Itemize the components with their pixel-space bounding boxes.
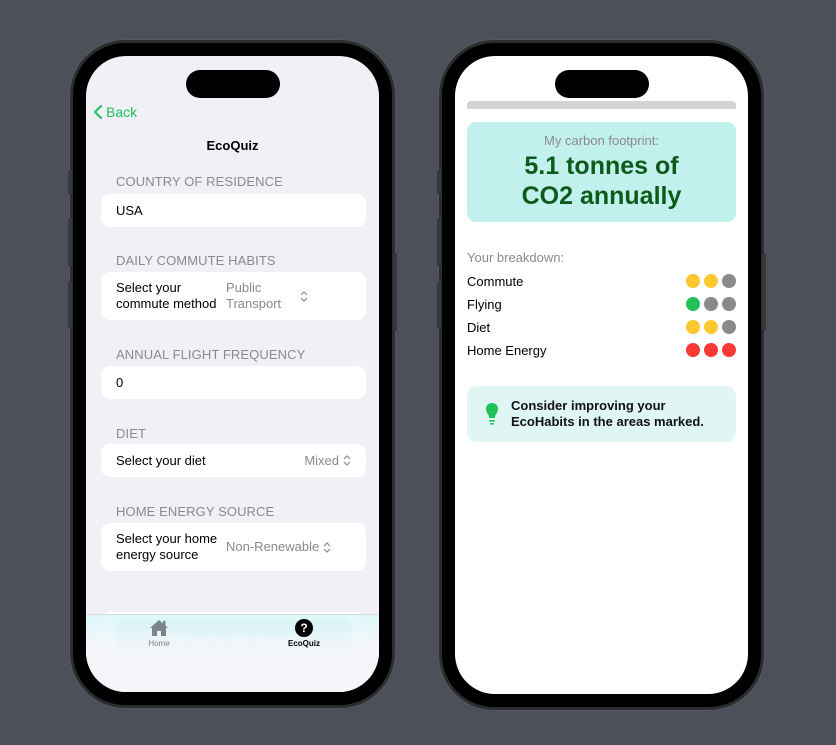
breakdown-name: Diet [467, 319, 491, 335]
level-dot [722, 343, 736, 357]
level-dot [722, 274, 736, 288]
level-dot [704, 320, 718, 334]
level-dot [722, 297, 736, 311]
tab-bar: Home ? EcoQuiz [86, 614, 379, 692]
dynamic-island [554, 70, 649, 98]
quiz-screen: Back EcoQuiz COUNTRY OF RESIDENCE USA DA… [86, 56, 379, 692]
diet-picker[interactable]: Select your diet Mixed [101, 444, 366, 477]
back-label: Back [106, 104, 138, 120]
footprint-value: 5.1 tonnes of CO2 annually [521, 152, 682, 210]
breakdown-label: Your breakdown: [467, 250, 565, 265]
lightbulb-icon [486, 403, 498, 425]
breakdown-row: Flying [467, 294, 736, 314]
chevron-left-icon [94, 105, 102, 119]
footprint-label: My carbon footprint: [544, 133, 659, 148]
tab-ecoquiz-label: EcoQuiz [287, 639, 320, 648]
flights-field[interactable]: 0 [101, 366, 366, 399]
footprint-card: My carbon footprint: 5.1 tonnes of CO2 a… [467, 122, 736, 222]
level-dot [686, 320, 700, 334]
level-dot [686, 297, 700, 311]
question-circle-icon: ? [295, 619, 313, 637]
level-dot [686, 274, 700, 288]
tip-card: Consider improving your EcoHabits in the… [467, 386, 736, 442]
commute-header: DAILY COMMUTE HABITS [116, 253, 276, 268]
breakdown-name: Flying [467, 296, 502, 312]
phone-quiz: Back EcoQuiz COUNTRY OF RESIDENCE USA DA… [68, 43, 397, 705]
chevron-up-down-icon [343, 455, 351, 466]
country-value: USA [116, 202, 143, 218]
breakdown-name: Home Energy [467, 342, 547, 358]
level-dot [722, 320, 736, 334]
energy-label: Select your home energy source [116, 531, 218, 562]
volume-up-button [437, 218, 441, 266]
dynamic-island [185, 70, 280, 98]
chevron-up-down-icon [323, 541, 331, 553]
flights-header: ANNUAL FLIGHT FREQUENCY [116, 347, 306, 362]
diet-label: Select your diet [116, 452, 206, 468]
country-field[interactable]: USA [101, 194, 366, 227]
level-dot [704, 343, 718, 357]
tab-ecoquiz[interactable]: ? EcoQuiz [264, 617, 344, 648]
energy-header: HOME ENERGY SOURCE [116, 504, 275, 519]
breakdown-row: Home Energy [467, 340, 736, 360]
page-title: EcoQuiz [206, 138, 259, 153]
breakdown-row: Commute [467, 271, 736, 291]
energy-picker[interactable]: Select your home energy source Non-Renew… [101, 523, 366, 571]
commute-picker[interactable]: Select your commute method Public Transp… [101, 272, 366, 320]
country-header: COUNTRY OF RESIDENCE [116, 174, 283, 189]
phone-results: My carbon footprint: 5.1 tonnes of CO2 a… [437, 43, 766, 707]
tip-text: Consider improving your EcoHabits in the… [511, 398, 704, 429]
breakdown-name: Commute [467, 273, 524, 289]
level-dot [704, 297, 718, 311]
tab-home-label: Home [148, 639, 170, 648]
flights-value: 0 [116, 374, 124, 390]
level-dot [686, 343, 700, 357]
back-button[interactable]: Back [93, 104, 137, 120]
volume-down-button [437, 281, 441, 329]
side-button [393, 253, 397, 331]
chevron-up-down-icon [300, 290, 308, 302]
energy-value: Non-Renewable [226, 539, 320, 554]
side-button [762, 253, 766, 331]
commute-label: Select your commute method [116, 280, 217, 311]
action-button [437, 170, 441, 194]
tab-home[interactable]: Home [119, 617, 199, 648]
volume-down-button [68, 281, 72, 329]
diet-header: DIET [116, 426, 147, 441]
breakdown-row: Diet [467, 317, 736, 337]
level-dot [704, 274, 718, 288]
results-screen: My carbon footprint: 5.1 tonnes of CO2 a… [455, 56, 748, 694]
house-icon [150, 620, 168, 636]
volume-up-button [68, 218, 72, 266]
sheet-handle-bar [467, 101, 736, 109]
action-button [68, 170, 72, 194]
commute-value: Public Transport [226, 280, 282, 311]
diet-value: Mixed [304, 452, 339, 468]
